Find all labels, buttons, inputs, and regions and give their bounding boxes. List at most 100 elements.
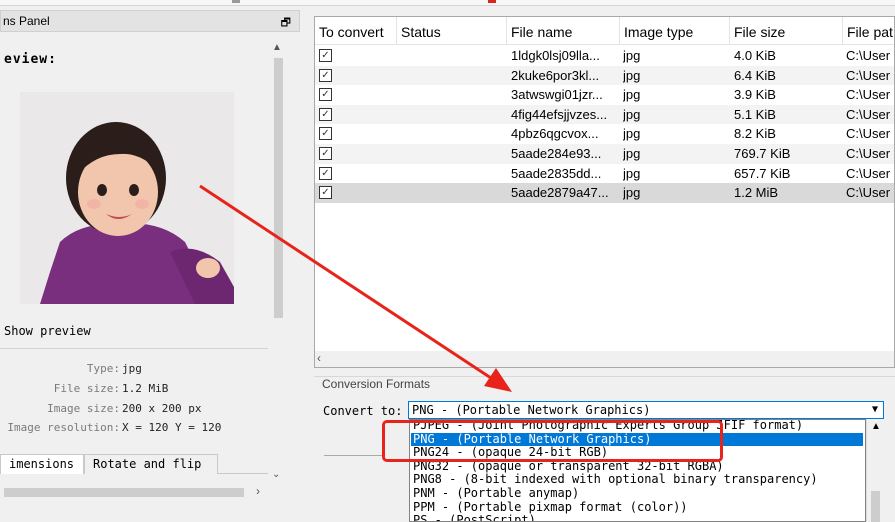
status-cell bbox=[397, 183, 507, 203]
info-file-size-row: File size: 1.2 MiB bbox=[0, 382, 268, 398]
image-type-cell: jpg bbox=[623, 146, 641, 161]
checkbox[interactable]: ✓ bbox=[319, 186, 332, 200]
scroll-thumb[interactable] bbox=[871, 491, 880, 522]
file-name-cell: 4pbz6qgcvox... bbox=[511, 126, 599, 142]
status-cell bbox=[397, 144, 507, 164]
file-path-cell: C:\User bbox=[846, 48, 891, 63]
scroll-thumb[interactable] bbox=[4, 488, 244, 497]
tab-dimensions[interactable]: imensions bbox=[0, 454, 84, 474]
image-type-cell: jpg bbox=[623, 185, 641, 201]
restore-window-icon[interactable]: 🗗 bbox=[281, 14, 291, 33]
table-row[interactable]: ✓ 5aade284e93... jpg 769.7 KiB C:\User bbox=[315, 144, 894, 164]
file-name-cell: 5aade2835dd... bbox=[511, 165, 602, 181]
file-name-cell: 4fig44efsjjvzes... bbox=[511, 106, 608, 122]
file-path-cell: C:\User bbox=[846, 106, 891, 122]
checkbox[interactable]: ✓ bbox=[319, 88, 332, 102]
info-value: 200 x 200 px bbox=[122, 402, 202, 415]
info-label: Image resolution: bbox=[7, 421, 120, 434]
table-row[interactable]: ✓ 4pbz6qgcvox... jpg 8.2 KiB C:\User bbox=[315, 124, 894, 144]
chevron-down-icon[interactable]: ▼ bbox=[872, 402, 878, 418]
file-size-cell: 3.9 KiB bbox=[734, 87, 776, 103]
info-label: Type: bbox=[86, 362, 120, 375]
left-horizontal-scrollbar[interactable]: › bbox=[0, 484, 288, 501]
column-file-path[interactable]: File pat bbox=[843, 17, 894, 45]
info-label: File size: bbox=[53, 382, 120, 395]
options-panel: ns Panel 🗗 eview: Show preview Type: jpg… bbox=[0, 6, 300, 522]
file-name-cell: 2kuke6por3kl... bbox=[511, 67, 600, 83]
scroll-up-icon[interactable]: ▲ bbox=[272, 42, 282, 53]
column-file-name[interactable]: File name bbox=[507, 17, 620, 45]
file-size-cell: 5.1 KiB bbox=[734, 106, 776, 122]
file-size-cell: 657.7 KiB bbox=[734, 165, 791, 181]
file-name-cell: 1ldgk0lsj09lla... bbox=[511, 48, 600, 63]
file-name-cell: 5aade284e93... bbox=[511, 146, 602, 161]
toolbar-mark bbox=[232, 0, 240, 3]
image-type-cell: jpg bbox=[623, 165, 641, 181]
file-path-cell: C:\User bbox=[846, 67, 891, 83]
format-option[interactable]: PNM - (Portable anymap) bbox=[411, 487, 863, 501]
checkbox[interactable]: ✓ bbox=[319, 166, 332, 180]
column-to-convert[interactable]: To convert bbox=[315, 17, 397, 45]
table-horizontal-scrollbar[interactable]: ‹ bbox=[315, 351, 894, 367]
table-row[interactable]: ✓ 3atwswgi01jzr... jpg 3.9 KiB C:\User bbox=[315, 85, 894, 105]
status-cell bbox=[397, 105, 507, 125]
tab-rotate-and-flip[interactable]: Rotate and flip bbox=[84, 454, 218, 474]
image-type-cell: jpg bbox=[623, 106, 641, 122]
file-path-cell: C:\User bbox=[846, 87, 891, 103]
format-option[interactable]: PS - (PostScript) bbox=[411, 514, 863, 521]
checkbox[interactable]: ✓ bbox=[319, 68, 332, 82]
checkbox[interactable]: ✓ bbox=[319, 127, 332, 141]
convert-to-label: Convert to: bbox=[323, 404, 403, 418]
table-row[interactable]: ✓ 1ldgk0lsj09lla... jpg 4.0 KiB C:\User bbox=[315, 46, 894, 66]
file-size-cell: 769.7 KiB bbox=[734, 146, 791, 161]
checkbox[interactable]: ✓ bbox=[319, 49, 332, 62]
image-type-cell: jpg bbox=[623, 126, 641, 142]
dropdown-scrollbar[interactable]: ▲ bbox=[866, 419, 883, 522]
format-select[interactable]: PNG - (Portable Network Graphics) ▼ bbox=[408, 401, 884, 419]
left-vertical-scrollbar[interactable]: ▲ ⌄ bbox=[270, 40, 287, 482]
file-name-cell: 5aade2879a47... bbox=[511, 185, 609, 201]
info-value: X = 120 Y = 120 bbox=[122, 421, 222, 434]
table-row[interactable]: ✓ 4fig44efsjjvzes... jpg 5.1 KiB C:\User bbox=[315, 104, 894, 125]
format-select-value: PNG - (Portable Network Graphics) bbox=[412, 403, 651, 417]
file-list-table: To convert Status File name Image type F… bbox=[314, 16, 895, 368]
table-row[interactable]: ✓ 5aade2835dd... jpg 657.7 KiB C:\User bbox=[315, 164, 894, 184]
file-path-cell: C:\User bbox=[846, 146, 891, 161]
show-preview-label[interactable]: Show preview bbox=[4, 324, 91, 338]
info-resolution-row: Image resolution: X = 120 Y = 120 bbox=[0, 421, 268, 437]
image-type-cell: jpg bbox=[623, 48, 641, 63]
info-image-size-row: Image size: 200 x 200 px bbox=[0, 402, 268, 418]
status-cell bbox=[397, 85, 507, 105]
file-path-cell: C:\User bbox=[846, 126, 891, 142]
file-name-cell: 3atwswgi01jzr... bbox=[511, 87, 603, 103]
column-status[interactable]: Status bbox=[397, 17, 507, 45]
left-tab-bar: imensions Rotate and flip bbox=[0, 454, 268, 474]
file-path-cell: C:\User bbox=[846, 165, 891, 181]
info-label: Image size: bbox=[47, 402, 120, 415]
scroll-left-icon[interactable]: ‹ bbox=[317, 351, 321, 365]
scroll-thumb[interactable] bbox=[274, 58, 283, 318]
format-option[interactable]: PPM - (Portable pixmap format (color)) bbox=[411, 501, 863, 515]
column-image-type[interactable]: Image type bbox=[620, 17, 730, 45]
image-type-cell: jpg bbox=[623, 87, 641, 103]
toolbar-mark-red bbox=[488, 0, 496, 3]
file-path-cell: C:\User bbox=[846, 185, 891, 201]
child-photo-illustration bbox=[20, 92, 234, 304]
file-size-cell: 1.2 MiB bbox=[734, 185, 779, 201]
scroll-down-icon[interactable]: ⌄ bbox=[272, 469, 280, 480]
info-type-row: Type: jpg bbox=[0, 362, 268, 378]
status-cell bbox=[397, 124, 507, 144]
checkbox[interactable]: ✓ bbox=[319, 107, 332, 121]
file-size-cell: 8.2 KiB bbox=[734, 126, 776, 142]
scroll-right-icon[interactable]: › bbox=[256, 484, 260, 498]
checkbox[interactable]: ✓ bbox=[319, 147, 332, 160]
column-file-size[interactable]: File size bbox=[730, 17, 843, 45]
file-size-cell: 6.4 KiB bbox=[734, 67, 776, 83]
scroll-up-icon[interactable]: ▲ bbox=[871, 421, 881, 432]
status-cell bbox=[397, 164, 507, 184]
table-row[interactable]: ✓ 5aade2879a47... jpg 1.2 MiB C:\User bbox=[315, 183, 894, 203]
image-type-cell: jpg bbox=[623, 67, 641, 83]
table-row[interactable]: ✓ 2kuke6por3kl... jpg 6.4 KiB C:\User bbox=[315, 65, 894, 86]
format-option[interactable]: PNG8 - (8-bit indexed with optional bina… bbox=[411, 473, 863, 487]
panel-header: ns Panel 🗗 bbox=[0, 10, 300, 32]
